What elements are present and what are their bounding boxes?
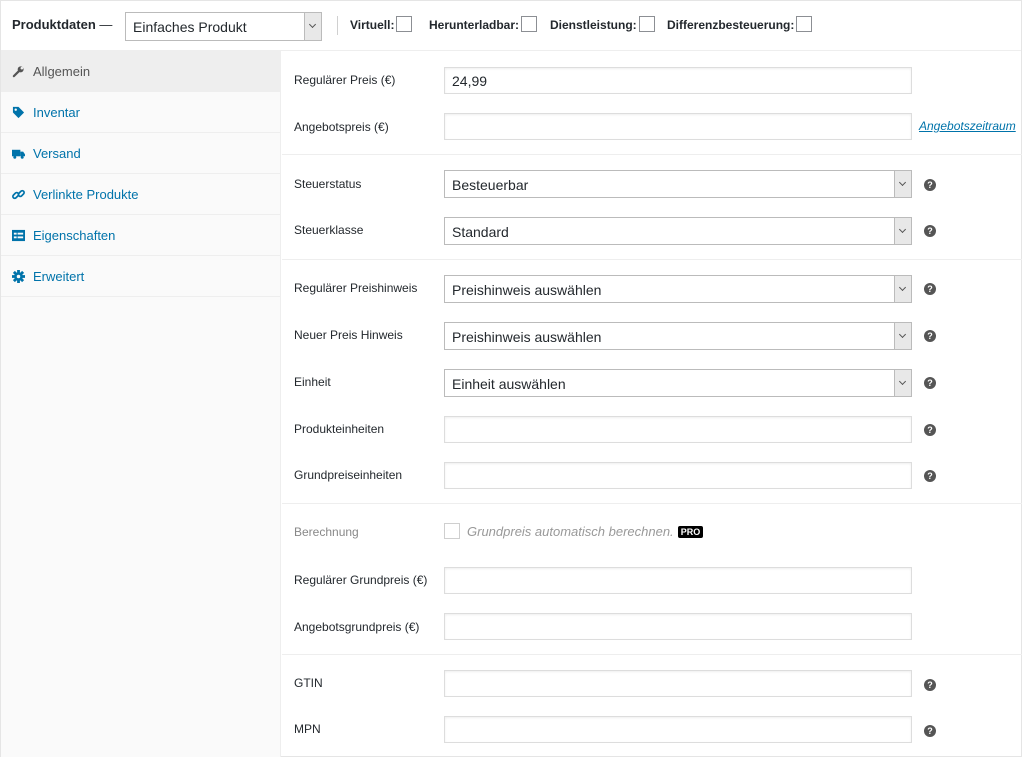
- product-data-tabs: Allgemein Inventar Versand Verlinkte Pro…: [1, 51, 281, 757]
- base-price-units-input[interactable]: [444, 462, 912, 489]
- tab-linked-products[interactable]: Verlinkte Produkte: [1, 174, 280, 215]
- regular-price-notice-select[interactable]: Preishinweis auswählen: [444, 275, 912, 303]
- chevron-down-icon: [894, 218, 911, 244]
- tax-status-select[interactable]: Besteuerbar: [444, 170, 912, 198]
- base-price-units-label: Grundpreiseinheiten: [294, 468, 403, 482]
- product-type-value: Einfaches Produkt: [133, 19, 247, 35]
- tab-advanced[interactable]: Erweitert: [1, 256, 280, 297]
- product-units-label: Produkteinheiten: [294, 422, 385, 436]
- truck-icon: [12, 149, 25, 159]
- help-icon[interactable]: ?: [924, 225, 936, 237]
- calculation-label: Berechnung: [294, 525, 359, 539]
- downloadable-checkbox[interactable]: [521, 16, 538, 32]
- help-icon[interactable]: ?: [924, 330, 936, 342]
- unit-select[interactable]: Einheit auswählen: [444, 369, 912, 397]
- header-divider: [337, 16, 338, 35]
- auto-calculate-text: Grundpreis automatisch berechnen. PRO: [467, 524, 704, 539]
- tax-status-label: Steuerstatus: [294, 177, 362, 191]
- regular-price-input[interactable]: 24,99: [444, 67, 912, 94]
- gtin-label: GTIN: [294, 676, 323, 690]
- differential-taxation-checkbox[interactable]: [796, 16, 813, 32]
- help-icon[interactable]: ?: [924, 377, 936, 389]
- sale-price-input[interactable]: [444, 113, 912, 140]
- tag-icon: [12, 106, 25, 119]
- sale-base-price-label: Angebotsgrundpreis (€): [294, 620, 420, 634]
- chevron-down-icon: [894, 323, 911, 349]
- option-virtual[interactable]: Virtuell:: [350, 16, 413, 32]
- unit-label: Einheit: [294, 375, 331, 389]
- pro-badge: PRO: [677, 526, 704, 538]
- tab-shipping[interactable]: Versand: [1, 133, 280, 174]
- mpn-input[interactable]: [444, 716, 912, 743]
- list-icon: [12, 229, 25, 242]
- panel-title: Produktdaten —: [12, 17, 113, 32]
- general-tab-content: Regulärer Preis (€) 24,99 Angebotspreis …: [282, 51, 1022, 757]
- help-icon[interactable]: ?: [924, 725, 936, 737]
- chevron-down-icon: [304, 13, 321, 40]
- tax-class-select[interactable]: Standard: [444, 217, 912, 245]
- tab-inventory[interactable]: Inventar: [1, 92, 280, 133]
- option-differential-taxation[interactable]: Differenzbesteuerung:: [667, 16, 813, 32]
- section-divider: [282, 259, 1022, 260]
- section-divider: [282, 503, 1022, 504]
- new-price-notice-select[interactable]: Preishinweis auswählen: [444, 322, 912, 350]
- chevron-down-icon: [894, 276, 911, 302]
- tab-general[interactable]: Allgemein: [1, 51, 280, 92]
- tax-class-label: Steuerklasse: [294, 223, 364, 237]
- gear-icon: [12, 270, 25, 283]
- help-icon[interactable]: ?: [924, 179, 936, 191]
- product-data-header: Produktdaten — Einfaches Produkt Virtuel…: [1, 1, 1021, 51]
- option-downloadable[interactable]: Herunterladbar:: [429, 16, 538, 32]
- mpn-label: MPN: [294, 722, 321, 736]
- link-icon: [12, 189, 25, 200]
- regular-base-price-input[interactable]: [444, 567, 912, 594]
- new-price-notice-label: Neuer Preis Hinweis: [294, 328, 403, 342]
- product-data-panel: Produktdaten — Einfaches Produkt Virtuel…: [0, 0, 1022, 757]
- tab-attributes[interactable]: Eigenschaften: [1, 215, 280, 256]
- chevron-down-icon: [894, 370, 911, 396]
- help-icon[interactable]: ?: [924, 679, 936, 691]
- regular-base-price-label: Regulärer Grundpreis (€): [294, 573, 428, 587]
- section-divider: [282, 654, 1022, 655]
- help-icon[interactable]: ?: [924, 470, 936, 482]
- regular-price-label: Regulärer Preis (€): [294, 73, 396, 87]
- auto-calculate-checkbox[interactable]: [444, 523, 460, 539]
- wrench-icon: [12, 66, 24, 78]
- chevron-down-icon: [894, 171, 911, 197]
- product-type-select[interactable]: Einfaches Produkt: [125, 12, 322, 41]
- option-service[interactable]: Dienstleistung:: [550, 16, 655, 32]
- sale-base-price-input[interactable]: [444, 613, 912, 640]
- help-icon[interactable]: ?: [924, 283, 936, 295]
- virtual-checkbox[interactable]: [396, 16, 413, 32]
- sale-price-label: Angebotspreis (€): [294, 120, 389, 134]
- help-icon[interactable]: ?: [924, 424, 936, 436]
- regular-price-notice-label: Regulärer Preishinweis: [294, 281, 418, 295]
- gtin-input[interactable]: [444, 670, 912, 697]
- service-checkbox[interactable]: [638, 16, 655, 32]
- section-divider: [282, 154, 1022, 155]
- sale-schedule-link[interactable]: Angebotszeitraum: [919, 119, 1016, 133]
- product-units-input[interactable]: [444, 416, 912, 443]
